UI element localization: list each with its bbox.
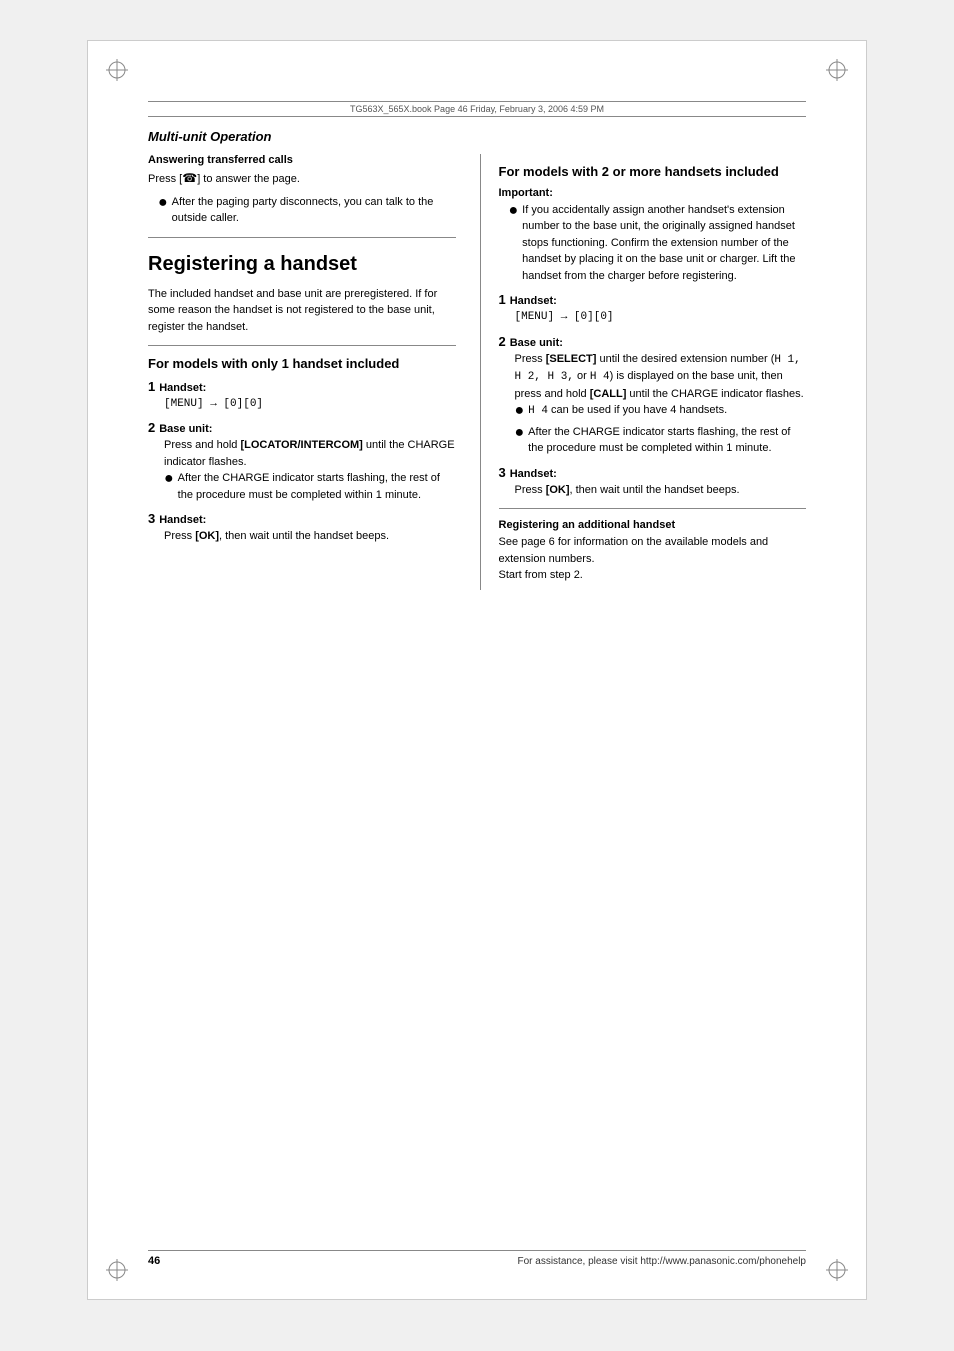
- left-step-2-header: 2 Base unit:: [148, 420, 456, 435]
- right-step-2-bullet-2: ● After the CHARGE indicator starts flas…: [515, 424, 807, 457]
- left-step-3-body: Press [OK], then wait until the handset …: [164, 528, 456, 545]
- additional-section: Registering an additional handset See pa…: [499, 519, 807, 584]
- left-step-2-bullet: ● After the CHARGE indicator starts flas…: [164, 470, 456, 503]
- left-step-1: 1 Handset: [MENU] → [0][0]: [148, 379, 456, 413]
- right-step-2-body: Press [SELECT] until the desired extensi…: [515, 351, 807, 403]
- right-step-2-bullet-1-text: H 4 can be used if you have 4 handsets.: [528, 402, 727, 420]
- footer-assistance: For assistance, please visit http://www.…: [518, 1256, 807, 1267]
- bullet-dot: ●: [164, 470, 174, 488]
- left-step-3-label: Handset:: [159, 514, 206, 526]
- corner-mark-bl: [106, 1259, 128, 1281]
- intro-text: The included handset and base unit are p…: [148, 286, 456, 336]
- right-step-3-num: 3: [499, 465, 506, 480]
- divider-1: [148, 237, 456, 238]
- page-container: TG563X_565X.book Page 46 Friday, Februar…: [0, 0, 954, 1351]
- answering-press: Press [☎] to answer the page.: [148, 169, 456, 188]
- right-step-3-header: 3 Handset:: [499, 465, 807, 480]
- left-column: Answering transferred calls Press [☎] to…: [148, 154, 456, 590]
- left-step-3: 3 Handset: Press [OK], then wait until t…: [148, 511, 456, 545]
- left-model-heading: For models with only 1 handset included: [148, 356, 456, 373]
- right-step-2-bullet-2-text: After the CHARGE indicator starts flashi…: [528, 424, 806, 457]
- additional-text: See page 6 for information on the availa…: [499, 534, 807, 584]
- right-step-2-num: 2: [499, 334, 506, 349]
- answering-bullet-text: After the paging party disconnects, you …: [172, 194, 456, 227]
- right-divider: [499, 508, 807, 509]
- bullet-dot: ●: [515, 402, 525, 420]
- corner-mark-tl: [106, 59, 128, 81]
- corner-mark-br: [826, 1259, 848, 1281]
- section-title: Multi-unit Operation: [148, 129, 806, 144]
- important-label: Important:: [499, 187, 807, 199]
- left-step-2: 2 Base unit: Press and hold [LOCATOR/INT…: [148, 420, 456, 503]
- page-footer: 46 For assistance, please visit http://w…: [148, 1250, 806, 1267]
- right-step-1-body: [MENU] → [0][0]: [515, 309, 807, 326]
- important-bullet-text: If you accidentally assign another hands…: [522, 202, 806, 285]
- right-step-2: 2 Base unit: Press [SELECT] until the de…: [499, 334, 807, 457]
- right-step-2-header: 2 Base unit:: [499, 334, 807, 349]
- bullet-dot: ●: [158, 194, 168, 212]
- important-bullet: ● If you accidentally assign another han…: [509, 202, 807, 285]
- answering-section: Answering transferred calls Press [☎] to…: [148, 154, 456, 227]
- left-step-3-num: 3: [148, 511, 155, 526]
- right-step-3-label: Handset:: [510, 468, 557, 480]
- left-step-1-label: Handset:: [159, 382, 206, 394]
- answering-title: Answering transferred calls: [148, 154, 456, 166]
- right-model-heading: For models with 2 or more handsets inclu…: [499, 164, 807, 181]
- divider-2: [148, 345, 456, 346]
- answering-bullet: ● After the paging party disconnects, yo…: [158, 194, 456, 227]
- left-step-2-label: Base unit:: [159, 423, 212, 435]
- phone-icon: ☎: [182, 171, 197, 185]
- right-step-2-label: Base unit:: [510, 337, 563, 349]
- bullet-dot: ●: [515, 424, 525, 442]
- right-column: For models with 2 or more handsets inclu…: [480, 154, 807, 590]
- left-step-2-bullet-text: After the CHARGE indicator starts flashi…: [178, 470, 456, 503]
- two-col-layout: Answering transferred calls Press [☎] to…: [148, 154, 806, 590]
- right-step-1-num: 1: [499, 292, 506, 307]
- left-step-2-body: Press and hold [LOCATOR/INTERCOM] until …: [164, 437, 456, 470]
- left-step-1-body: [MENU] → [0][0]: [164, 396, 456, 413]
- left-step-3-header: 3 Handset:: [148, 511, 456, 526]
- left-step-1-header: 1 Handset:: [148, 379, 456, 394]
- right-step-1-label: Handset:: [510, 295, 557, 307]
- corner-mark-tr: [826, 59, 848, 81]
- page-number: 46: [148, 1255, 160, 1267]
- right-step-3-body: Press [OK], then wait until the handset …: [515, 482, 807, 499]
- bullet-dot: ●: [509, 202, 519, 220]
- additional-title: Registering an additional handset: [499, 519, 807, 531]
- left-step-1-num: 1: [148, 379, 155, 394]
- right-step-1: 1 Handset: [MENU] → [0][0]: [499, 292, 807, 326]
- right-step-3: 3 Handset: Press [OK], then wait until t…: [499, 465, 807, 499]
- right-step-2-bullet-1: ● H 4 can be used if you have 4 handsets…: [515, 402, 807, 420]
- right-step-1-header: 1 Handset:: [499, 292, 807, 307]
- file-info: TG563X_565X.book Page 46 Friday, Februar…: [148, 101, 806, 117]
- document-page: TG563X_565X.book Page 46 Friday, Februar…: [87, 40, 867, 1300]
- left-step-2-num: 2: [148, 420, 155, 435]
- big-heading: Registering a handset: [148, 252, 456, 276]
